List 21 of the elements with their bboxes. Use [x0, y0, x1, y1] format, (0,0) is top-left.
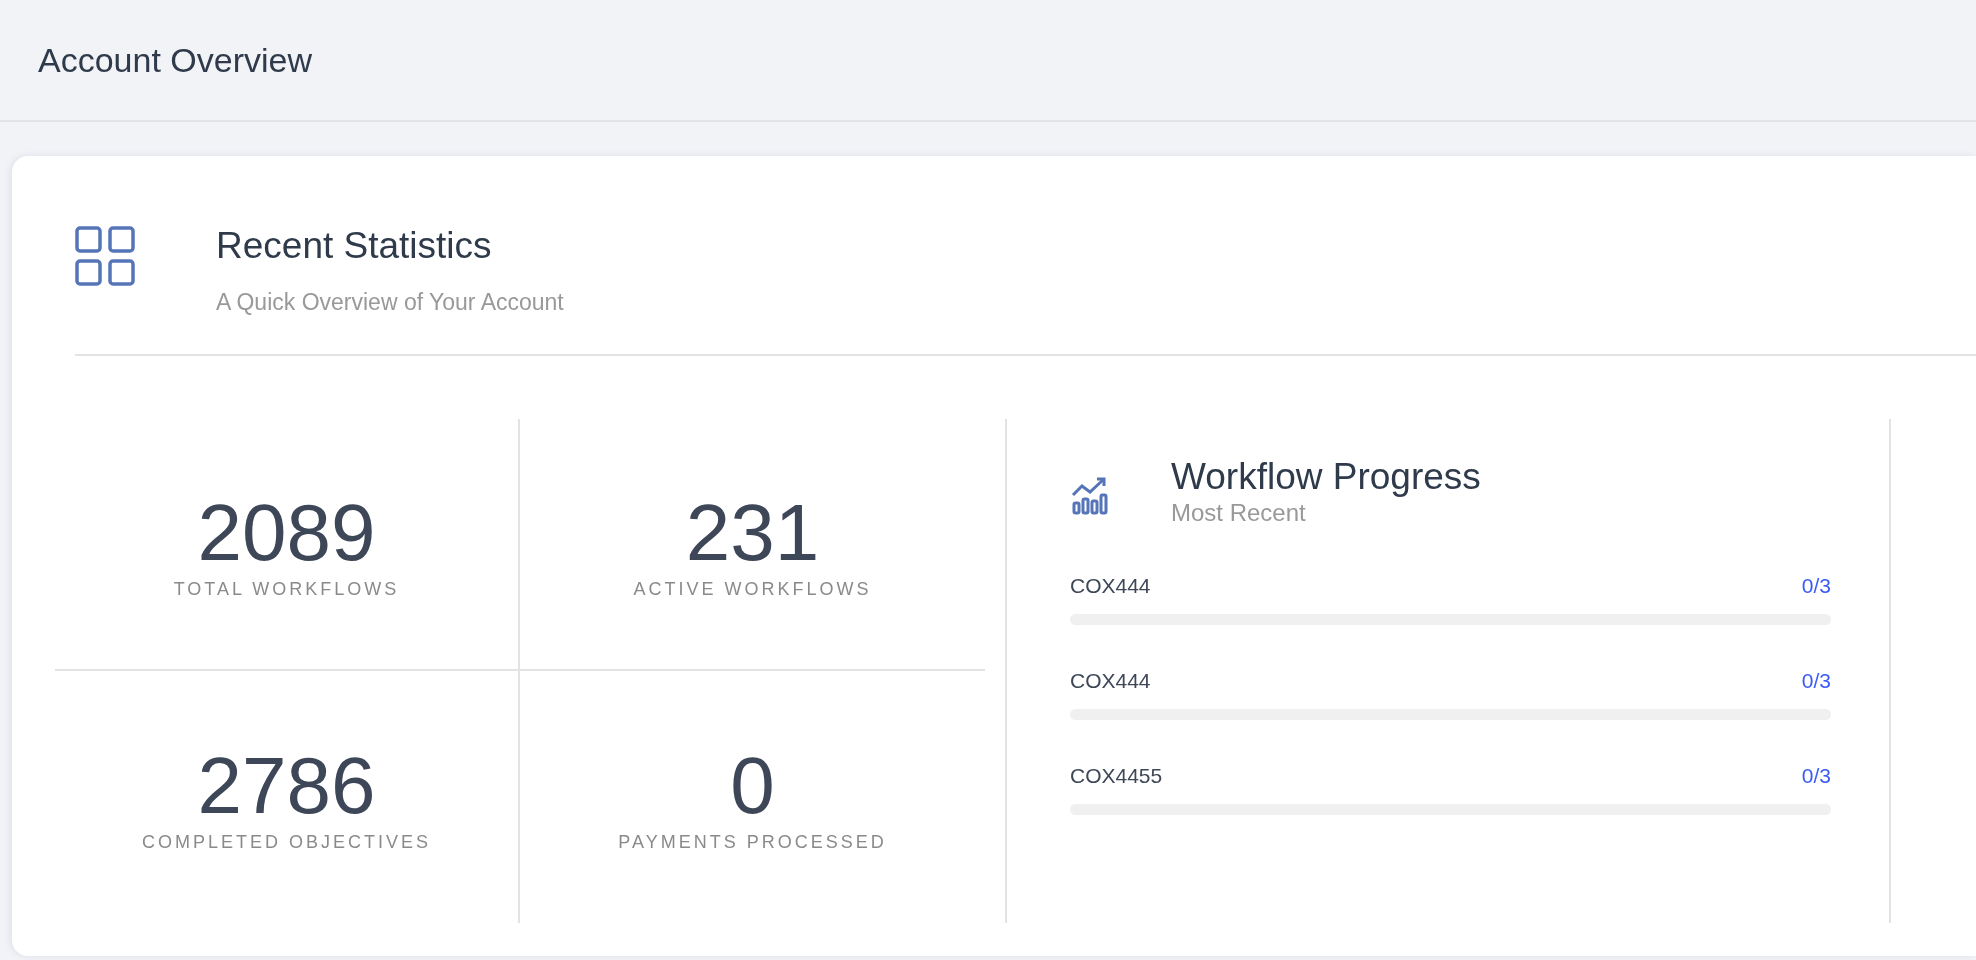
progress-count: 0/3: [1801, 764, 1831, 788]
page-title: Account Overview: [38, 40, 312, 80]
card-subtitle: A Quick Overview of Your Account: [216, 288, 564, 316]
panel-title: Workflow Progress: [1171, 455, 1481, 499]
card-title: Recent Statistics: [216, 224, 493, 268]
stat-label: COMPLETED OBJECTIVES: [141, 831, 431, 853]
progress-count: 0/3: [1801, 574, 1831, 598]
workflow-name: COX444: [1070, 574, 1151, 598]
workflow-name: COX4455: [1070, 764, 1163, 788]
stat-value: 231: [685, 488, 820, 577]
panel-subtitle: Most Recent: [1171, 499, 1307, 527]
stat-value: 2089: [197, 488, 376, 577]
grid-icon: [75, 226, 135, 286]
progress-count: 0/3: [1801, 669, 1831, 693]
stat-label: TOTAL WORKFLOWS: [173, 578, 400, 600]
stat-label: PAYMENTS PROCESSED: [618, 831, 887, 853]
workflow-name: COX444: [1070, 669, 1151, 693]
stat-value: 2786: [197, 741, 376, 830]
stat-label: ACTIVE WORKFLOWS: [633, 578, 872, 600]
stat-value: 0: [730, 741, 775, 830]
chart-icon: [1070, 475, 1110, 515]
